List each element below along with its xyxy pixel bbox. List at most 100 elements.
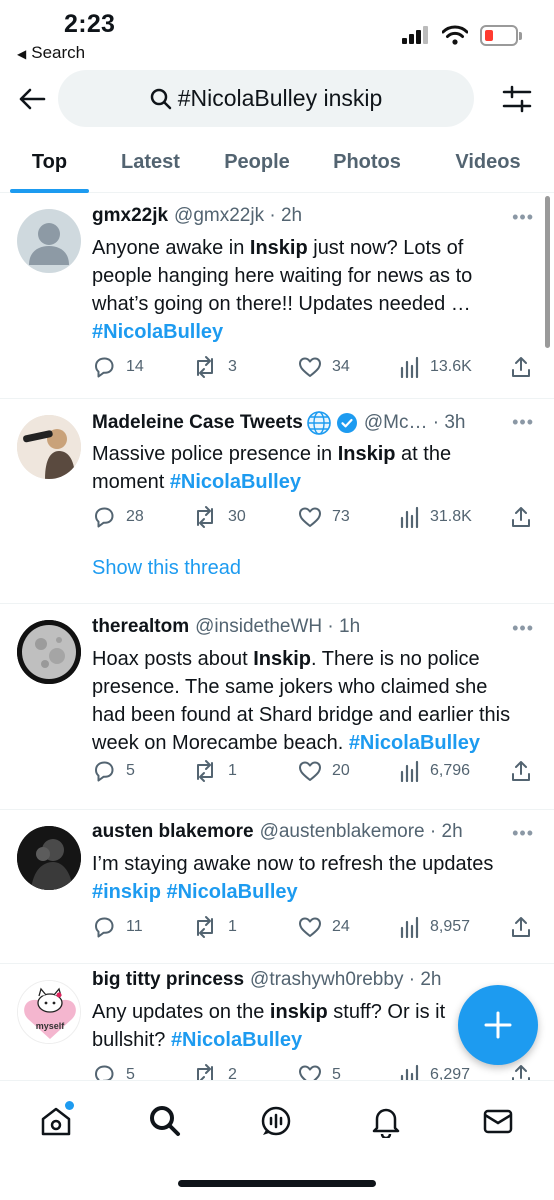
tab-people[interactable]: People: [213, 132, 301, 192]
retweet-button[interactable]: 3: [192, 353, 237, 381]
views-count: 31.8K: [430, 508, 472, 525]
signal-icon: [402, 26, 428, 44]
back-to-search-link[interactable]: ◀ Search: [17, 43, 85, 63]
tab-videos[interactable]: Videos: [440, 132, 536, 192]
battery-icon: [480, 24, 522, 46]
reply-button[interactable]: 28: [92, 503, 144, 531]
retweet-icon: [192, 915, 218, 939]
highlighted-term: Inskip: [253, 648, 312, 670]
tweet-feed[interactable]: gmx22jk @gmx22jk · 2h ••• Anyone awake i…: [0, 193, 554, 1080]
views-button[interactable]: 8,957: [400, 913, 470, 941]
share-button[interactable]: [510, 1061, 532, 1080]
search-header: #NicolaBulley inskip: [0, 68, 554, 130]
share-button[interactable]: [510, 353, 532, 381]
moon-avatar-photo: [17, 620, 81, 684]
avatar[interactable]: [17, 209, 81, 273]
tab-photos[interactable]: Photos: [321, 132, 413, 192]
reply-button[interactable]: 5: [92, 757, 135, 785]
nav-notifications[interactable]: [362, 1097, 410, 1145]
like-icon: [298, 760, 322, 782]
more-options-icon[interactable]: •••: [512, 618, 534, 639]
search-filter-button[interactable]: [500, 82, 534, 116]
share-button[interactable]: [510, 757, 532, 785]
show-thread-link[interactable]: Show this thread: [92, 557, 241, 580]
author-name[interactable]: big titty princess: [92, 969, 244, 991]
spaces-icon: [261, 1106, 291, 1136]
reply-button[interactable]: 11: [92, 913, 143, 941]
like-button[interactable]: 5: [298, 1061, 341, 1080]
like-button[interactable]: 20: [298, 757, 350, 785]
text-run: Hoax posts about: [92, 648, 254, 670]
avatar[interactable]: myself: [17, 980, 81, 1044]
tweet-line: Hoax posts about Inskip. There is no pol…: [92, 645, 542, 673]
tweet[interactable]: therealtom @insidetheWH · 1h ••• Hoax po…: [0, 604, 554, 810]
filter-icon: [502, 85, 532, 113]
avatar[interactable]: [17, 415, 81, 479]
avatar-photo: [17, 826, 81, 890]
author-name[interactable]: therealtom: [92, 616, 189, 638]
author-name[interactable]: austen blakemore: [92, 821, 254, 843]
share-button[interactable]: [510, 503, 532, 531]
views-button[interactable]: 13.6K: [400, 353, 472, 381]
more-options-icon[interactable]: •••: [512, 207, 534, 228]
retweet-count: 2: [228, 1066, 237, 1080]
reply-icon: [92, 505, 116, 529]
tab-top[interactable]: Top: [10, 132, 89, 192]
tab-latest[interactable]: Latest: [104, 132, 197, 192]
hashtag-link[interactable]: #NicolaBulley: [92, 321, 223, 343]
compose-tweet-button[interactable]: [458, 985, 538, 1065]
tweet-line: #NicolaBulley: [92, 318, 542, 346]
retweet-count: 3: [228, 358, 237, 375]
reply-button[interactable]: 14: [92, 353, 144, 381]
like-button[interactable]: 24: [298, 913, 350, 941]
retweet-button[interactable]: 1: [192, 913, 237, 941]
tweet-line: Massive police presence in Inskip at the: [92, 440, 542, 468]
hashtag-link[interactable]: #NicolaBulley: [170, 471, 301, 493]
nav-spaces[interactable]: [252, 1097, 300, 1145]
hashtag-link[interactable]: #NicolaBulley: [349, 732, 480, 754]
nav-explore[interactable]: [141, 1097, 189, 1145]
notifications-icon: [372, 1108, 400, 1138]
retweet-count: 1: [228, 762, 237, 779]
nav-home[interactable]: [32, 1097, 80, 1145]
hashtag-link[interactable]: #NicolaBulley: [171, 1029, 302, 1051]
more-options-icon[interactable]: •••: [512, 823, 534, 844]
text-run: . There is no police: [311, 648, 480, 670]
like-icon: [298, 506, 322, 528]
tweet-line: people hanging here waiting for news as …: [92, 262, 542, 290]
tweet[interactable]: Madeleine Case Tweets @Mc… · 3h ••• Mass…: [0, 399, 554, 604]
hashtag-link[interactable]: #inskip: [92, 881, 161, 903]
like-button[interactable]: 34: [298, 353, 350, 381]
notification-dot: [65, 1101, 74, 1110]
retweet-button[interactable]: 2: [192, 1061, 237, 1080]
avatar[interactable]: [17, 826, 81, 890]
text-run: Any updates on the: [92, 1001, 270, 1023]
like-button[interactable]: 73: [298, 503, 350, 531]
retweet-button[interactable]: 30: [192, 503, 246, 531]
retweet-button[interactable]: 1: [192, 757, 237, 785]
views-button[interactable]: 6,796: [400, 757, 470, 785]
back-button[interactable]: [12, 79, 52, 119]
tweet[interactable]: austen blakemore @austenblakemore · 2h •…: [0, 810, 554, 964]
hashtag-link[interactable]: #NicolaBulley: [166, 881, 297, 903]
author-name[interactable]: Madeleine Case Tweets: [92, 412, 303, 434]
search-input[interactable]: #NicolaBulley inskip: [58, 70, 474, 127]
tweet[interactable]: gmx22jk @gmx22jk · 2h ••• Anyone awake i…: [0, 193, 554, 399]
home-indicator: [178, 1180, 376, 1187]
compose-icon: [484, 1011, 512, 1039]
retweet-icon: [192, 355, 218, 379]
views-icon: [400, 760, 420, 782]
reply-button[interactable]: 5: [92, 1061, 135, 1080]
views-icon: [400, 1064, 420, 1080]
avatar[interactable]: [17, 620, 81, 684]
share-button[interactable]: [510, 913, 532, 941]
scrollbar[interactable]: [545, 196, 550, 348]
more-options-icon[interactable]: •••: [512, 412, 534, 433]
nav-messages[interactable]: [474, 1097, 522, 1145]
tweet-text: Anyone awake in Inskip just now? Lots of…: [92, 234, 542, 346]
views-button[interactable]: 31.8K: [400, 503, 472, 531]
tweet-actions: 5 1 20 6,796: [92, 757, 538, 785]
views-button[interactable]: 6,297: [400, 1061, 470, 1080]
author-name[interactable]: gmx22jk: [92, 205, 168, 227]
text-run: bullshit?: [92, 1029, 171, 1051]
